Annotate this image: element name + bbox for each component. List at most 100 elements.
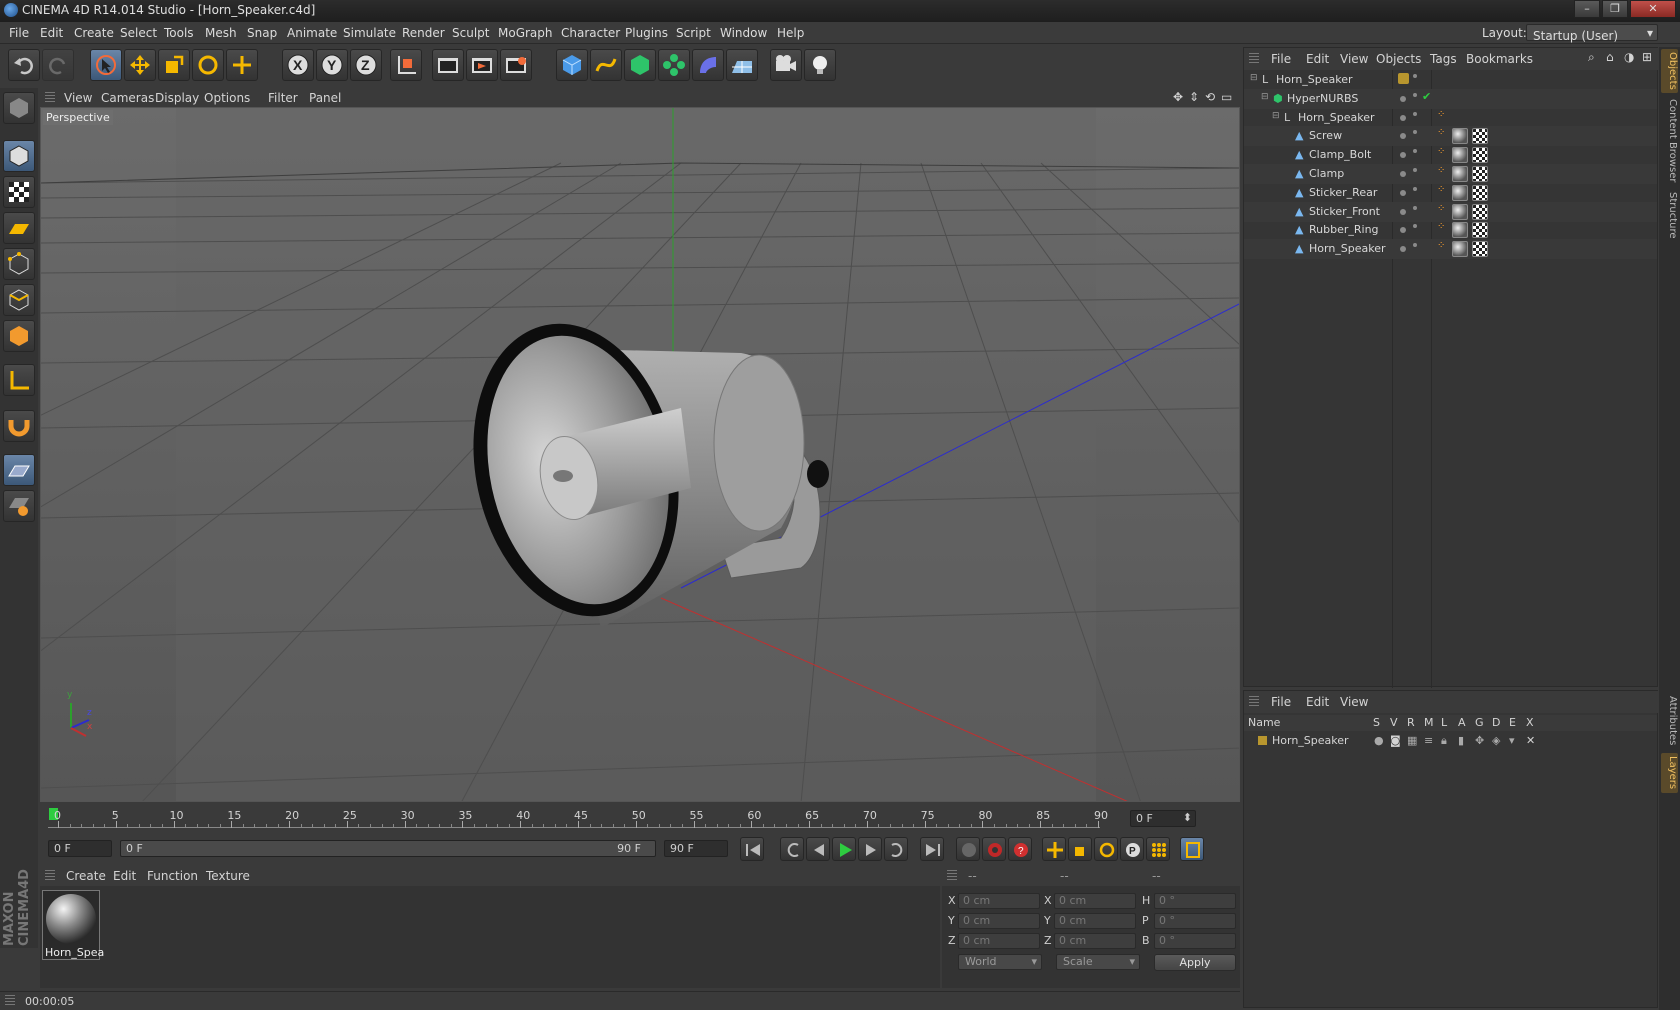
x-axis-icon[interactable]: X: [282, 49, 314, 81]
viewport-menu-view[interactable]: View: [64, 91, 92, 105]
menu-script[interactable]: Script: [676, 26, 711, 40]
viewport-menu-cameras[interactable]: Cameras: [101, 91, 154, 105]
end-frame-field[interactable]: 90 F: [664, 840, 728, 857]
menu-select[interactable]: Select: [120, 26, 157, 40]
editor-visibility-dot[interactable]: [1400, 208, 1406, 215]
spline-icon[interactable]: [590, 49, 622, 81]
tab-attributes[interactable]: Attributes: [1661, 693, 1678, 749]
add-icon[interactable]: [226, 49, 258, 81]
render-visibility-dot[interactable]: [1413, 243, 1417, 248]
object-menu-view[interactable]: View: [1340, 52, 1368, 66]
menu-sculpt[interactable]: Sculpt: [452, 26, 489, 40]
light-icon[interactable]: [804, 49, 836, 81]
search-icon[interactable]: ⌕: [1588, 50, 1595, 65]
coord-pos-y-field[interactable]: 0 cm: [958, 913, 1040, 929]
new-window-icon[interactable]: ⊞: [1642, 50, 1652, 64]
record-keys-disabled-icon[interactable]: [956, 837, 980, 861]
menu-help[interactable]: Help: [777, 26, 804, 40]
tab-objects[interactable]: Objects: [1661, 49, 1678, 93]
previous-frame-icon[interactable]: [806, 837, 830, 861]
layer-render-icon[interactable]: ▦: [1407, 734, 1417, 747]
layer-col-r[interactable]: R: [1407, 716, 1415, 729]
object-row[interactable]: ▲ Clamp_Bolt ⁘: [1244, 145, 1657, 165]
material-menu-texture[interactable]: Texture: [206, 869, 250, 883]
material-swatch[interactable]: Horn_Spea: [42, 890, 104, 960]
uvw-tag-icon[interactable]: [1472, 203, 1488, 220]
phong-tag-icon[interactable]: ⁘: [1437, 109, 1445, 120]
expand-toggle-icon[interactable]: ⊟: [1250, 73, 1258, 83]
polygons-mode-icon[interactable]: [3, 320, 35, 352]
coord-mode-dropdown[interactable]: World ▾: [958, 954, 1042, 970]
redo-icon[interactable]: [42, 49, 74, 81]
editor-visibility-dot[interactable]: [1400, 227, 1406, 234]
render-visibility-dot[interactable]: [1413, 186, 1417, 191]
render-visibility-dot[interactable]: [1413, 92, 1417, 97]
layer-row[interactable]: Horn_Speaker ● ◙ ▦ ≡ 🔒︎ ▮ ✥ ◈ ▾ ✕: [1244, 733, 1657, 749]
timeline-layout-icon[interactable]: [1180, 837, 1204, 861]
uvw-tag-icon[interactable]: [1472, 222, 1488, 239]
uvw-tag-icon[interactable]: [1472, 128, 1488, 145]
editor-visibility-dot[interactable]: [1400, 246, 1406, 253]
editor-visibility-dot[interactable]: [1400, 171, 1406, 177]
object-menu-bookmarks[interactable]: Bookmarks: [1466, 52, 1533, 66]
y-axis-icon[interactable]: Y: [316, 49, 348, 81]
object-row[interactable]: ▲ Sticker_Front ⁘: [1244, 201, 1657, 222]
apply-button[interactable]: Apply: [1154, 954, 1236, 971]
material-menu-create[interactable]: Create: [66, 869, 106, 883]
viewport-zoom-icon[interactable]: ⇕: [1189, 90, 1199, 104]
next-frame-icon[interactable]: [858, 837, 882, 861]
render-visibility-dot[interactable]: [1413, 149, 1417, 154]
coord-size-z-field[interactable]: 0 cm: [1054, 933, 1136, 949]
undo-icon[interactable]: [8, 49, 40, 81]
close-button[interactable]: ✕: [1630, 0, 1676, 18]
menu-render[interactable]: Render: [402, 26, 445, 40]
array-icon[interactable]: [658, 49, 690, 81]
layer-color-swatch[interactable]: [1258, 736, 1267, 745]
editor-visibility-dot[interactable]: [1400, 95, 1406, 102]
live-selection-icon[interactable]: [90, 49, 122, 81]
menu-character[interactable]: Character: [561, 26, 620, 40]
z-axis-icon[interactable]: Z: [350, 49, 382, 81]
autokey-icon[interactable]: [982, 837, 1006, 861]
editor-visibility-dot[interactable]: [1400, 114, 1406, 121]
uvw-tag-icon[interactable]: [1472, 184, 1488, 201]
layer-visible-icon[interactable]: ◙: [1390, 734, 1401, 747]
layer-manager-icon[interactable]: ≡: [1424, 734, 1433, 747]
material-tag-icon[interactable]: [1452, 166, 1468, 182]
menu-file[interactable]: File: [9, 26, 29, 40]
key-position-icon[interactable]: [1042, 837, 1066, 861]
object-row[interactable]: ▲ Rubber_Ring ⁘: [1244, 220, 1657, 240]
maximize-button[interactable]: ❐: [1602, 0, 1628, 18]
edit-render-settings-icon[interactable]: [500, 49, 532, 81]
tab-layers[interactable]: Layers: [1661, 753, 1678, 793]
key-pla-icon[interactable]: [1146, 837, 1170, 861]
layer-col-a[interactable]: A: [1458, 716, 1466, 729]
points-mode-icon[interactable]: [3, 248, 35, 280]
material-tag-icon[interactable]: [1452, 241, 1468, 258]
editor-visibility-dot[interactable]: [1400, 189, 1406, 196]
editor-visibility-dot[interactable]: [1400, 133, 1406, 140]
phong-tag-icon[interactable]: ⁘: [1437, 203, 1445, 214]
menu-window[interactable]: Window: [720, 26, 767, 40]
viewport-menu-display[interactable]: Display: [155, 91, 199, 105]
layer-col-e[interactable]: E: [1509, 716, 1516, 729]
coord-size-x-field[interactable]: 0 cm: [1054, 893, 1136, 909]
viewport-move-icon[interactable]: ✥: [1173, 90, 1183, 104]
tab-content-browser[interactable]: Content Browser: [1661, 97, 1678, 185]
render-visibility-dot[interactable]: [1413, 205, 1417, 210]
make-editable-icon[interactable]: [3, 92, 35, 124]
key-scale-icon[interactable]: [1068, 837, 1092, 861]
planar-workplane-icon[interactable]: [3, 490, 35, 522]
phong-tag-icon[interactable]: ⁘: [1437, 165, 1445, 176]
layer-menu-edit[interactable]: Edit: [1306, 695, 1329, 709]
phong-tag-icon[interactable]: ⁘: [1437, 240, 1445, 251]
render-picture-viewer-icon[interactable]: [466, 49, 498, 81]
menu-edit[interactable]: Edit: [40, 26, 63, 40]
play-icon[interactable]: [832, 837, 856, 861]
layer-col-s[interactable]: S: [1373, 716, 1380, 729]
uvw-tag-icon[interactable]: [1472, 166, 1488, 182]
key-parameter-icon[interactable]: P: [1120, 837, 1144, 861]
coord-rot-h-field[interactable]: 0 °: [1154, 893, 1236, 909]
phong-tag-icon[interactable]: ⁘: [1437, 127, 1445, 138]
viewport-maximize-icon[interactable]: ▭: [1221, 90, 1232, 104]
